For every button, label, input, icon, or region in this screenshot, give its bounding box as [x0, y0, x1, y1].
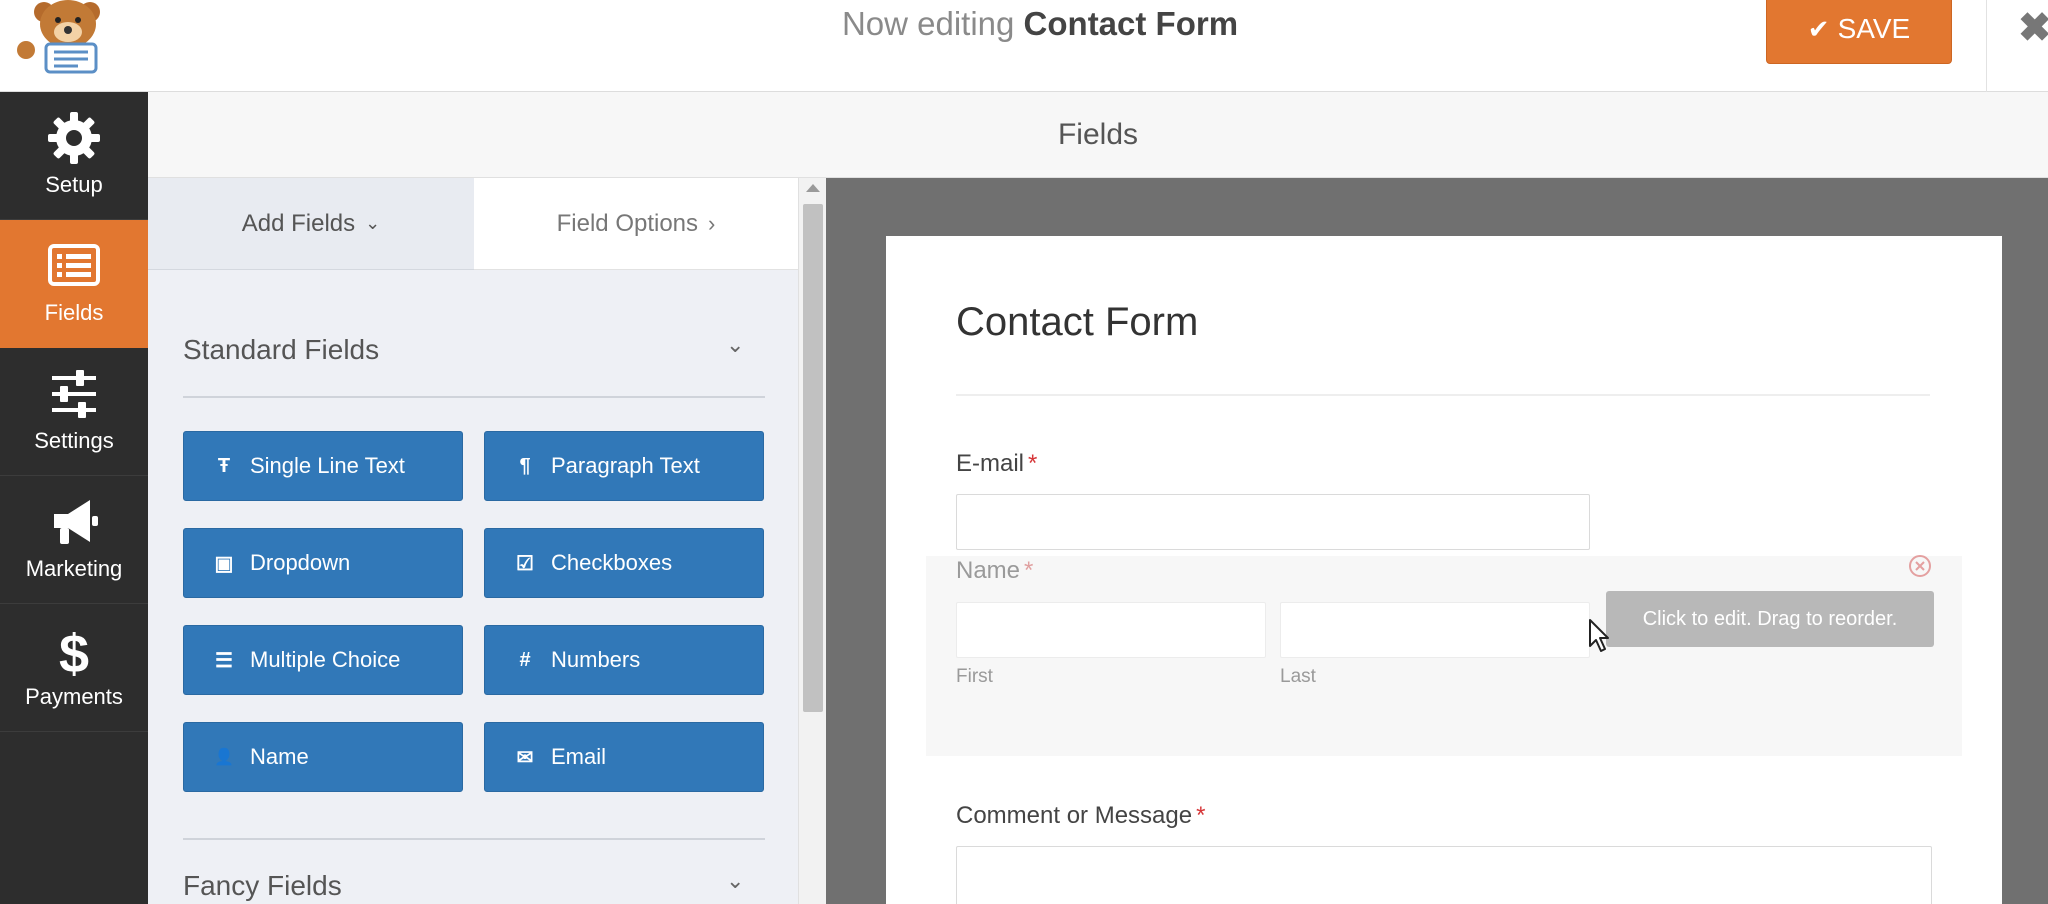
sidebar-item-label: Marketing	[25, 556, 123, 581]
field-button-label: Paragraph Text	[551, 453, 700, 478]
panel-scrollbar[interactable]	[798, 178, 826, 904]
list-icon: ☰	[215, 649, 233, 672]
sidebar-item-marketing[interactable]: Marketing	[0, 476, 148, 604]
title-prefix: Now editing	[841, 5, 1015, 42]
sidebar-item-payments[interactable]: $ Payments	[0, 604, 148, 732]
paragraph-icon: ¶	[519, 454, 531, 477]
save-button[interactable]: ✔ SAVE	[1766, 0, 1952, 64]
envelope-icon: ✉	[516, 746, 534, 769]
hash-icon: #	[519, 648, 531, 671]
form-preview-card: Contact Form E-mail * Name * First Last Cl…	[886, 236, 2002, 904]
tab-label: Field Options	[556, 209, 699, 237]
tab-label: Add Fields	[241, 209, 356, 237]
sidebar-item-settings[interactable]: Settings	[0, 348, 148, 476]
field-button-label: Dropdown	[250, 550, 351, 575]
add-dropdown-button[interactable]: ▣ Dropdown	[183, 528, 463, 598]
add-numbers-button[interactable]: # Numbers	[484, 625, 764, 695]
comment-field-label[interactable]: Comment or Message *	[956, 802, 1205, 830]
sidebar-item-label: Settings	[34, 428, 114, 453]
edit-reorder-tooltip: Click to edit. Drag to reorder.	[1606, 591, 1934, 647]
last-name-input[interactable]	[1280, 602, 1590, 658]
scrollbar-thumb[interactable]	[803, 204, 823, 712]
field-button-label: Single Line Text	[250, 453, 405, 478]
email-label-text: E-mail	[956, 450, 1025, 477]
chevron-down-icon[interactable]: ⌄	[726, 868, 744, 894]
sidebar: Setup Fields Settings Marketing $ Paymen…	[0, 92, 148, 904]
close-separator	[1986, 0, 1987, 92]
page-title: Now editing Contact Form	[0, 0, 2048, 48]
sliders-icon	[52, 370, 96, 418]
name-field-label[interactable]: Name *	[956, 557, 1033, 585]
add-name-button[interactable]: 👤 Name	[183, 722, 463, 792]
close-icon[interactable]: ✖	[2018, 4, 2048, 52]
field-button-label: Numbers	[551, 647, 641, 672]
megaphone-icon	[54, 500, 98, 544]
email-field-label[interactable]: E-mail *	[956, 450, 1037, 478]
sidebar-item-fields[interactable]: Fields	[0, 220, 148, 348]
sidebar-item-label: Fields	[44, 300, 104, 325]
fancy-fields-title[interactable]: Fancy Fields	[183, 870, 342, 902]
check-icon: ✔	[1807, 13, 1830, 44]
add-paragraph-text-button[interactable]: ¶ Paragraph Text	[484, 431, 764, 501]
delete-circle-icon[interactable]	[1908, 554, 1932, 578]
form-name: Contact Form	[1023, 5, 1239, 42]
checkbox-icon: ☑	[516, 552, 534, 575]
comment-textarea[interactable]	[956, 846, 1932, 904]
add-single-line-text-button[interactable]: Ŧ Single Line Text	[183, 431, 463, 501]
scroll-up-arrow-icon[interactable]	[806, 184, 820, 192]
first-sublabel: First	[956, 666, 993, 687]
form-title-divider	[956, 394, 1930, 396]
save-label: SAVE	[1837, 13, 1911, 44]
field-button-label: Multiple Choice	[250, 647, 401, 672]
sidebar-item-label: Payments	[25, 684, 123, 709]
list-icon	[48, 244, 100, 286]
chevron-down-icon[interactable]: ⌄	[726, 332, 744, 358]
add-checkboxes-button[interactable]: ☑ Checkboxes	[484, 528, 764, 598]
required-mark: *	[1196, 802, 1206, 829]
field-button-label: Checkboxes	[551, 550, 673, 575]
svg-text:$: $	[59, 624, 89, 678]
dollar-icon: $	[59, 624, 89, 678]
add-email-button[interactable]: ✉ Email	[484, 722, 764, 792]
name-label-text: Name	[956, 557, 1021, 584]
comment-label-text: Comment or Message	[956, 802, 1193, 829]
chevron-right-icon: ›	[708, 210, 716, 236]
sidebar-item-setup[interactable]: Setup	[0, 92, 148, 220]
standard-fields-title[interactable]: Standard Fields	[183, 334, 379, 366]
text-t-icon: Ŧ	[217, 454, 231, 477]
fields-section-header: Fields	[148, 92, 2048, 178]
required-mark: *	[1024, 557, 1034, 584]
chevron-down-icon: ⌄	[365, 213, 381, 233]
tab-add-fields[interactable]: Add Fields ⌄	[148, 178, 474, 270]
section-divider	[183, 838, 765, 840]
add-multiple-choice-button[interactable]: ☰ Multiple Choice	[183, 625, 463, 695]
first-name-input[interactable]	[956, 602, 1266, 658]
add-fields-panel: Add Fields ⌄ Field Options › Standard Fi…	[148, 178, 798, 904]
gear-icon	[48, 112, 100, 164]
mouse-cursor-icon	[1589, 619, 1609, 652]
form-title[interactable]: Contact Form	[956, 300, 1198, 345]
sidebar-item-label: Setup	[45, 172, 103, 197]
field-button-label: Name	[250, 744, 309, 769]
user-icon: 👤	[214, 749, 234, 766]
email-input[interactable]	[956, 494, 1590, 550]
last-sublabel: Last	[1280, 666, 1316, 687]
top-bar: Now editing Contact Form ✔ SAVE ✖	[0, 0, 2048, 92]
tab-field-options[interactable]: Field Options ›	[474, 178, 798, 270]
required-mark: *	[1028, 450, 1038, 477]
dropdown-icon: ▣	[214, 552, 234, 575]
field-button-label: Email	[551, 744, 607, 769]
section-divider	[183, 396, 765, 398]
